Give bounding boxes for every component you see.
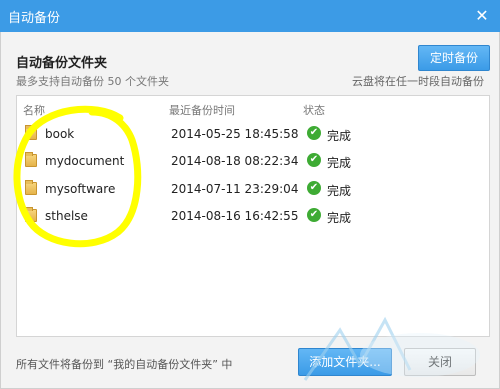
status-text: 完成 — [327, 129, 352, 143]
status-text: 完成 — [327, 211, 352, 225]
column-header-time[interactable]: 最近备份时间 — [169, 102, 235, 118]
close-button[interactable]: 关闭 — [404, 348, 476, 376]
footer-note: 所有文件将备份到 “我的自动备份文件夹” 中 — [16, 358, 233, 371]
status-text: 完成 — [327, 184, 352, 198]
table-row[interactable]: book 2014-05-25 18:45:58 ✔ 完成 — [17, 121, 489, 147]
backup-limit-text: 最多支持自动备份 50 个文件夹 — [16, 75, 169, 88]
check-icon: ✔ — [307, 126, 321, 140]
table-row[interactable]: mysoftware 2014-07-11 23:29:04 ✔ 完成 — [17, 176, 489, 202]
section-title: 自动备份文件夹 — [16, 56, 108, 71]
folder-icon — [25, 180, 37, 195]
backup-time: 2014-07-11 23:29:04 — [171, 182, 299, 196]
folder-icon — [25, 152, 37, 167]
check-icon: ✔ — [307, 181, 321, 195]
backup-hint-text: 云盘将在任一时段自动备份 — [352, 75, 484, 88]
check-icon: ✔ — [307, 153, 321, 167]
folder-icon — [25, 207, 37, 222]
folder-name: mydocument — [45, 154, 125, 168]
backup-time: 2014-05-25 18:45:58 — [171, 127, 299, 141]
column-header-name[interactable]: 名称 — [23, 102, 45, 118]
backup-time: 2014-08-16 16:42:55 — [171, 209, 299, 223]
add-folder-button[interactable]: 添加文件夹... — [298, 348, 392, 376]
backup-time: 2014-08-18 08:22:34 — [171, 154, 299, 168]
table-row[interactable]: sthelse 2014-08-16 16:42:55 ✔ 完成 — [17, 203, 489, 229]
table-row[interactable]: mydocument 2014-08-18 08:22:34 ✔ 完成 — [17, 148, 489, 174]
list-header: 名称 最近备份时间 状态 — [17, 96, 489, 118]
check-icon: ✔ — [307, 208, 321, 222]
folder-name: book — [45, 127, 75, 141]
folder-name: mysoftware — [45, 182, 116, 196]
folder-name: sthelse — [45, 209, 88, 223]
window-titlebar: 自动备份 ✕ — [0, 0, 500, 32]
close-icon[interactable]: ✕ — [472, 6, 492, 26]
scheduled-backup-button[interactable]: 定时备份 — [418, 45, 490, 71]
folder-list: 名称 最近备份时间 状态 book 2014-05-25 18:45:58 ✔ … — [16, 95, 490, 337]
window-title: 自动备份 — [8, 10, 61, 26]
folder-icon — [25, 125, 37, 140]
status-text: 完成 — [327, 156, 352, 170]
column-header-status[interactable]: 状态 — [303, 102, 325, 118]
